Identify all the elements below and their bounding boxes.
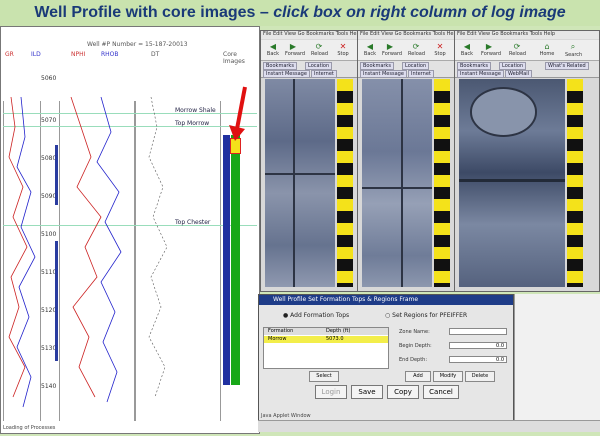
menu-bar[interactable]: File Edit View Go Bookmarks Tools Help <box>455 31 599 39</box>
forward-button[interactable]: ▶ Forward <box>481 42 501 57</box>
personal-link[interactable]: Internet <box>311 70 337 78</box>
reload-button[interactable]: ⟳ Reload <box>311 42 328 57</box>
zone-name-field[interactable] <box>449 328 507 335</box>
dialog-status: Java Applet Window <box>261 413 311 419</box>
end-depth-label: End Depth: <box>399 357 428 363</box>
tab-add-formation-tops[interactable]: ● Add Formation Tops <box>283 312 349 319</box>
log-curves <box>8 97 168 408</box>
track-title-core: Core Images <box>223 51 245 65</box>
core-image-column[interactable] <box>231 135 240 385</box>
title-emphasis: click box on right column of log image <box>273 4 566 21</box>
menu-bar[interactable]: File Edit View Go Bookmarks Tools Help <box>261 31 357 39</box>
nav-bar: Bookmarks Location Instant Message Inter… <box>261 61 357 78</box>
nav-bar: Bookmarks Location What's Related Instan… <box>455 61 599 78</box>
location-field[interactable]: Location <box>499 62 527 70</box>
track-title-ild: ILD <box>31 51 41 58</box>
home-button[interactable]: ⌂ Home <box>539 42 555 57</box>
browser-toolbar: ◀ Back ▶ Forward ⟳ Reload ✕ Stop <box>358 40 454 61</box>
log-window: Well #P Number = 15-187-20013 GR ILD NPH… <box>0 26 260 434</box>
dialog-title: Well Profile Set Formation Tops & Region… <box>259 295 513 305</box>
stop-button[interactable]: ✕ Stop <box>335 42 351 57</box>
blank-browser-panel <box>514 294 600 420</box>
add-button[interactable]: Add <box>405 371 431 382</box>
core-window-1: File Edit View Go Bookmarks Tools Help ◀… <box>260 30 358 292</box>
slide-title: Well Profile with core images – click bo… <box>0 0 600 26</box>
end-depth-field[interactable]: 0.0 <box>449 356 507 363</box>
forward-button[interactable]: ▶ Forward <box>285 42 305 57</box>
location-field[interactable]: Location <box>402 62 430 70</box>
bookmarks-button[interactable]: Bookmarks <box>457 62 491 70</box>
bookmarks-button[interactable]: Bookmarks <box>263 62 297 70</box>
back-button[interactable]: ◀ Back <box>362 42 378 57</box>
track-title-gr: GR <box>5 51 14 58</box>
search-button[interactable]: ⌕ Search <box>565 42 582 58</box>
personal-link[interactable]: WebMail <box>505 70 533 78</box>
column-header: Formation <box>268 328 294 334</box>
core-window-3: File Edit View Go Bookmarks Tools Help ◀… <box>454 30 600 292</box>
login-button[interactable]: Login <box>315 385 347 399</box>
back-button[interactable]: ◀ Back <box>459 42 475 57</box>
track-title-dt: DT <box>151 51 160 58</box>
table-row[interactable]: Morrow 5073.0 <box>264 336 388 343</box>
core-photo <box>362 79 432 287</box>
personal-link[interactable]: Internet <box>408 70 434 78</box>
forward-button[interactable]: ▶ Forward <box>382 42 402 57</box>
location-field[interactable]: Location <box>305 62 333 70</box>
save-button[interactable]: Save <box>351 385 383 399</box>
personal-link[interactable]: Instant Message <box>263 70 310 78</box>
core-photo <box>265 79 335 287</box>
depth-label: 5060 <box>41 75 57 82</box>
begin-depth-field[interactable]: 0.0 <box>449 342 507 349</box>
core-photo <box>459 79 565 287</box>
select-button[interactable]: Select <box>309 371 339 382</box>
core-scale-bar <box>337 79 353 287</box>
whats-related-button[interactable]: What's Related <box>545 62 589 70</box>
modify-button[interactable]: Modify <box>433 371 463 382</box>
red-arrow-icon <box>229 86 247 141</box>
back-button[interactable]: ◀ Back <box>265 42 281 57</box>
menu-bar[interactable]: File Edit View Go Bookmarks Tools Help <box>358 31 454 39</box>
nav-bar: Bookmarks Location Instant Message Inter… <box>358 61 454 78</box>
delete-button[interactable]: Delete <box>465 371 495 382</box>
bookmarks-button[interactable]: Bookmarks <box>360 62 394 70</box>
stop-button[interactable]: ✕ Stop <box>432 42 448 57</box>
title-main: Well Profile with core images – <box>34 4 274 21</box>
zone-name-label: Zone Name: <box>399 329 430 335</box>
log-header: Well #P Number = 15-187-20013 <box>87 41 188 48</box>
personal-link[interactable]: Instant Message <box>360 70 407 78</box>
log-status: Loading of Processes <box>3 425 56 431</box>
browser-toolbar: ◀ Back ▶ Forward ⟳ Reload ⌂ Home ⌕ Search <box>455 40 599 61</box>
track-title-rhob: RHOB <box>101 51 119 58</box>
zone-bar <box>55 145 58 205</box>
copy-button[interactable]: Copy <box>387 385 419 399</box>
formation-table: Formation Depth (ft) Morrow 5073.0 <box>263 327 389 369</box>
reload-button[interactable]: ⟳ Reload <box>408 42 425 57</box>
begin-depth-label: Begin Depth: <box>399 343 432 349</box>
tab-set-regions[interactable]: ○ Set Regions for PFEIFFER <box>385 312 467 319</box>
core-scale-bar <box>567 79 583 287</box>
column-header: Depth (ft) <box>326 328 351 334</box>
taskbar <box>258 420 600 432</box>
core-depth-bar <box>223 135 230 385</box>
table-header: Formation Depth (ft) <box>264 328 388 335</box>
browser-toolbar: ◀ Back ▶ Forward ⟳ Reload ✕ Stop <box>261 40 357 61</box>
personal-link[interactable]: Instant Message <box>457 70 504 78</box>
core-window-2: File Edit View Go Bookmarks Tools Help ◀… <box>357 30 455 292</box>
track-title-nphi: NPHI <box>71 51 86 58</box>
cancel-button[interactable]: Cancel <box>423 385 459 399</box>
formation-tops-dialog: Well Profile Set Formation Tops & Region… <box>258 294 514 422</box>
zone-bar <box>55 241 58 361</box>
core-scale-bar <box>434 79 450 287</box>
reload-button[interactable]: ⟳ Reload <box>509 42 526 57</box>
